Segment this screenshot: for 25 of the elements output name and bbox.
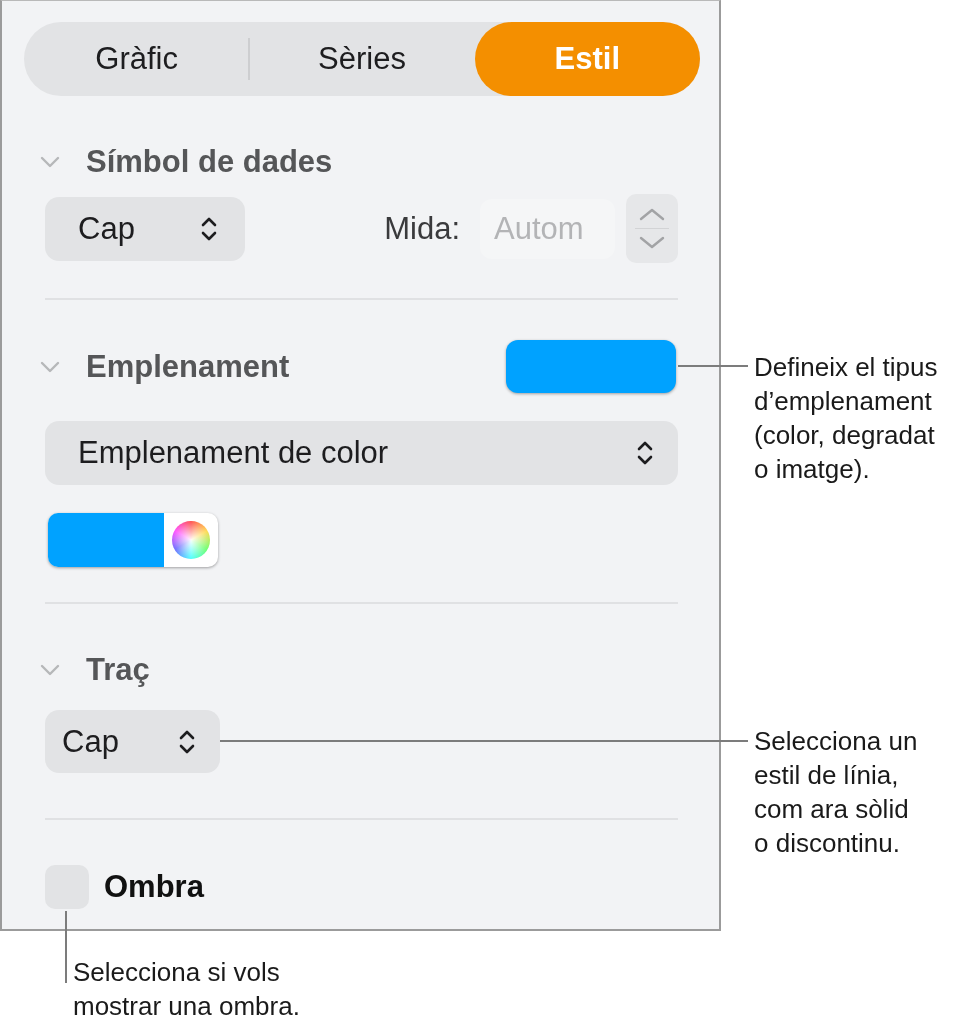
chevron-down-icon[interactable] [40,156,60,168]
leader-line [678,365,748,367]
stepper[interactable] [626,194,678,263]
section-title: Símbol de dades [86,144,333,180]
chevron-down-icon[interactable] [638,236,666,250]
chevron-up-icon[interactable] [638,207,666,221]
color-wheel-icon [172,521,210,559]
popup-button[interactable]: Cap [45,196,245,261]
popup-button[interactable]: Cap [45,710,220,773]
size-label: Mida: [384,210,460,247]
leader-line [65,911,67,983]
tab[interactable]: Sèries [249,22,475,96]
chevron-down-icon[interactable] [40,360,60,373]
chevron-down-icon[interactable] [40,664,60,676]
tab[interactable]: Gràfic [24,22,250,96]
callout-text: Selecciona un estil de línia, com ara sòlid o discontinu. [754,725,919,860]
popup-button[interactable]: Emplenament de color [45,421,678,485]
up-down-chevron-icon [636,439,654,467]
checkbox-label: Ombra [104,869,204,905]
callout-text: Selecciona si vols mostrar una ombra. [73,956,301,1023]
section-title: Emplenament [86,348,290,385]
section-title: Traç [86,652,150,688]
color-well-button[interactable] [506,340,676,393]
callout-text: Defineix el tipus d’emplenament (color, degradat o imatge). [754,351,939,486]
color-picker-button[interactable] [48,513,218,567]
